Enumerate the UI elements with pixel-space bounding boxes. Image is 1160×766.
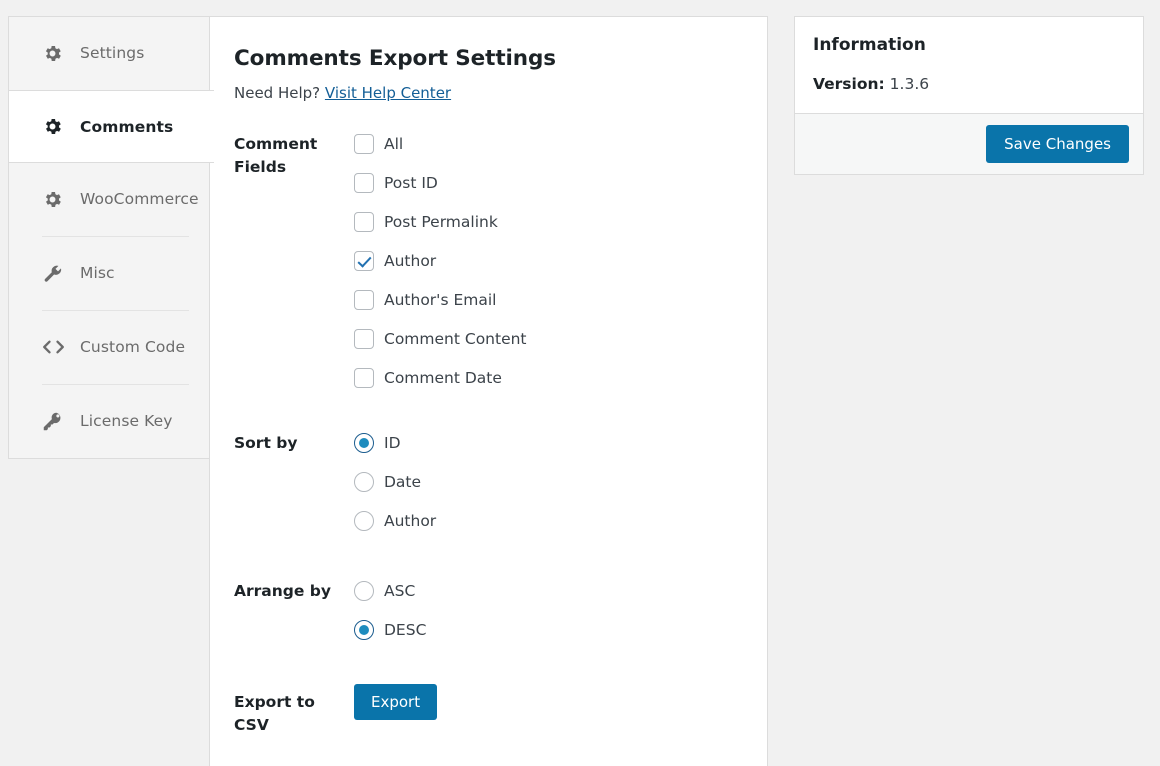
information-title: Information (813, 35, 926, 55)
radio-label: DESC (384, 620, 427, 639)
checkbox-box[interactable] (354, 211, 374, 232)
checkbox-label: Comment Date (384, 368, 502, 387)
checkbox-label: All (384, 134, 404, 153)
checkbox-option-author[interactable]: Author (354, 241, 743, 280)
visit-help-center-link[interactable]: Visit Help Center (325, 84, 451, 102)
sidebar-item-license-key[interactable]: License Key (9, 385, 210, 458)
checkbox-option-all[interactable]: All (354, 124, 743, 163)
help-prefix-text: Need Help? (234, 84, 325, 102)
sidebar-item-label: WooCommerce (80, 190, 199, 208)
checkbox-option-comment-content[interactable]: Comment Content (354, 319, 743, 358)
arrange-by-row: Arrange by ASC DESC (234, 579, 743, 649)
checkbox-box[interactable] (354, 172, 374, 193)
export-action: Export (354, 684, 743, 720)
radio-option-sort-date[interactable]: Date (354, 462, 743, 501)
arrange-by-options: ASC DESC (354, 579, 743, 649)
checkbox-label: Post ID (384, 173, 438, 192)
sidebar-item-label: Custom Code (80, 338, 186, 356)
sidebar-item-comments[interactable]: Comments (9, 90, 214, 163)
radio-option-arrange-asc[interactable]: ASC (354, 571, 743, 610)
settings-sidebar: Settings Comments WooCommerce Misc Custo… (8, 16, 214, 459)
sidebar-item-label: License Key (80, 412, 173, 430)
radio-option-arrange-desc[interactable]: DESC (354, 610, 743, 649)
key-icon (42, 411, 66, 432)
comment-fields-options: All Post ID Post Permalink Author Author (354, 132, 743, 397)
sort-by-options: ID Date Author (354, 431, 743, 540)
checkbox-option-comment-date[interactable]: Comment Date (354, 358, 743, 397)
sidebar-item-settings[interactable]: Settings (9, 17, 210, 90)
comment-fields-label: Comment Fields (234, 135, 318, 176)
sidebar-item-label: Settings (80, 44, 145, 62)
information-panel-body: Version: 1.3.6 (795, 55, 1143, 113)
radio-button[interactable] (354, 619, 374, 640)
sort-by-label: Sort by (234, 434, 298, 452)
information-panel-header: Information (795, 17, 1143, 55)
sidebar-item-label: Comments (80, 117, 174, 136)
checkbox-box[interactable] (354, 133, 374, 154)
gear-icon (42, 189, 66, 210)
checkbox-option-post-permalink[interactable]: Post Permalink (354, 202, 743, 241)
radio-label: Author (384, 511, 437, 530)
radio-button[interactable] (354, 432, 374, 453)
help-line: Need Help? Visit Help Center (234, 84, 743, 102)
main-content-panel: Comments Export Settings Need Help? Visi… (209, 16, 768, 766)
checkbox-box[interactable] (354, 367, 374, 388)
export-row: Export to CSV Export (234, 684, 743, 737)
sidebar-item-woocommerce[interactable]: WooCommerce (9, 163, 210, 236)
radio-label: ASC (384, 581, 416, 600)
checkbox-label: Comment Content (384, 329, 527, 348)
checkbox-box[interactable] (354, 289, 374, 310)
checkbox-box[interactable] (354, 250, 374, 271)
information-panel: Information Version: 1.3.6 Save Changes (794, 16, 1144, 175)
sidebar-item-custom-code[interactable]: Custom Code (9, 311, 210, 384)
radio-button[interactable] (354, 471, 374, 492)
gear-icon (42, 43, 66, 64)
checkbox-option-post-id[interactable]: Post ID (354, 163, 743, 202)
plugin-settings-page: Settings Comments WooCommerce Misc Custo… (0, 0, 1160, 766)
wrench-icon (42, 263, 66, 284)
radio-option-sort-id[interactable]: ID (354, 423, 743, 462)
radio-button[interactable] (354, 580, 374, 601)
checkbox-label: Post Permalink (384, 212, 498, 231)
checkbox-label: Author (384, 251, 437, 270)
arrange-by-label: Arrange by (234, 582, 331, 600)
sort-by-row: Sort by ID Date Author (234, 431, 743, 540)
code-icon (42, 337, 66, 357)
radio-button[interactable] (354, 510, 374, 531)
version-value: 1.3.6 (889, 75, 930, 93)
sidebar-item-label: Misc (80, 264, 115, 282)
information-panel-footer: Save Changes (795, 113, 1143, 174)
version-label: Version: (813, 75, 885, 93)
radio-option-sort-author[interactable]: Author (354, 501, 743, 540)
checkbox-box[interactable] (354, 328, 374, 349)
page-title: Comments Export Settings (234, 46, 556, 71)
checkbox-option-authors-email[interactable]: Author's Email (354, 280, 743, 319)
checkbox-label: Author's Email (384, 290, 497, 309)
radio-label: Date (384, 472, 422, 491)
export-to-csv-label: Export to CSV (234, 693, 315, 734)
comment-fields-row: Comment Fields All Post ID Post Permalin… (234, 132, 743, 397)
gear-icon (42, 116, 66, 137)
sidebar-item-misc[interactable]: Misc (9, 237, 210, 310)
save-changes-button[interactable]: Save Changes (986, 125, 1129, 163)
radio-label: ID (384, 433, 401, 452)
export-button[interactable]: Export (354, 684, 438, 720)
